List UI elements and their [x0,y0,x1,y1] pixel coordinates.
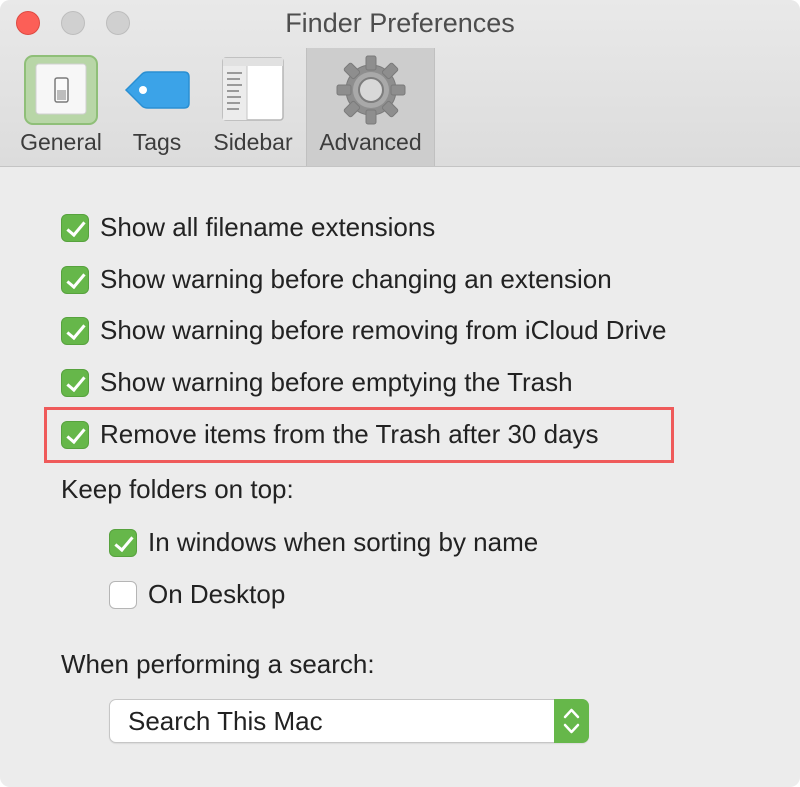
checkbox-checked[interactable] [61,265,89,294]
window-title: Finder Preferences [285,8,515,38]
option-label: Show warning before changing an extensio… [100,264,612,294]
option-label: Show warning before emptying the Trash [100,367,573,397]
chevron-up-down-icon[interactable] [554,699,589,743]
tab-tags[interactable]: Tags [117,48,197,166]
option-warn-change-extension[interactable]: Show warning before changing an extensio… [61,264,612,295]
option-remove-trash-30-days[interactable]: Remove items from the Trash after 30 day… [61,419,599,450]
tab-sidebar[interactable]: Sidebar [205,48,301,166]
option-warn-empty-trash[interactable]: Show warning before emptying the Trash [61,367,573,398]
tag-icon [122,68,192,117]
checkbox-checked[interactable] [61,368,89,397]
option-folders-top-windows[interactable]: In windows when sorting by name [109,527,538,558]
checkbox-checked[interactable] [61,420,89,449]
tab-general[interactable]: General [10,48,112,166]
keep-folders-heading: Keep folders on top: [61,474,294,504]
option-label: Show warning before removing from iCloud… [100,315,667,345]
option-show-extensions[interactable]: Show all filename extensions [61,212,435,243]
tab-advanced[interactable]: Advanced [306,48,435,166]
search-heading: When performing a search: [61,649,375,679]
search-scope-value: Search This Mac [128,706,323,736]
gear-icon [335,54,407,131]
option-label: Remove items from the Trash after 30 day… [100,419,599,449]
option-label: In windows when sorting by name [148,527,539,557]
finder-preferences-window: Finder Preferences General Tags Sidebar … [0,0,800,787]
tab-tags-label: Tags [132,129,182,155]
option-label: On Desktop [148,579,286,609]
checkbox-unchecked[interactable] [109,580,137,609]
checkbox-checked[interactable] [61,213,89,242]
option-warn-icloud-remove[interactable]: Show warning before removing from iCloud… [61,315,666,346]
option-label: Show all filename extensions [100,212,436,242]
checkbox-checked[interactable] [109,528,137,557]
tab-general-label: General [20,129,102,155]
option-folders-top-desktop[interactable]: On Desktop [109,579,285,610]
search-scope-select[interactable]: Search This Mac [109,699,589,743]
tab-advanced-label: Advanced [319,129,422,155]
tab-sidebar-label: Sidebar [213,129,293,155]
toolbar: Finder Preferences General Tags Sidebar … [0,0,800,167]
sidebar-icon [221,56,285,127]
checkbox-checked[interactable] [61,316,89,345]
switch-icon [23,54,99,131]
